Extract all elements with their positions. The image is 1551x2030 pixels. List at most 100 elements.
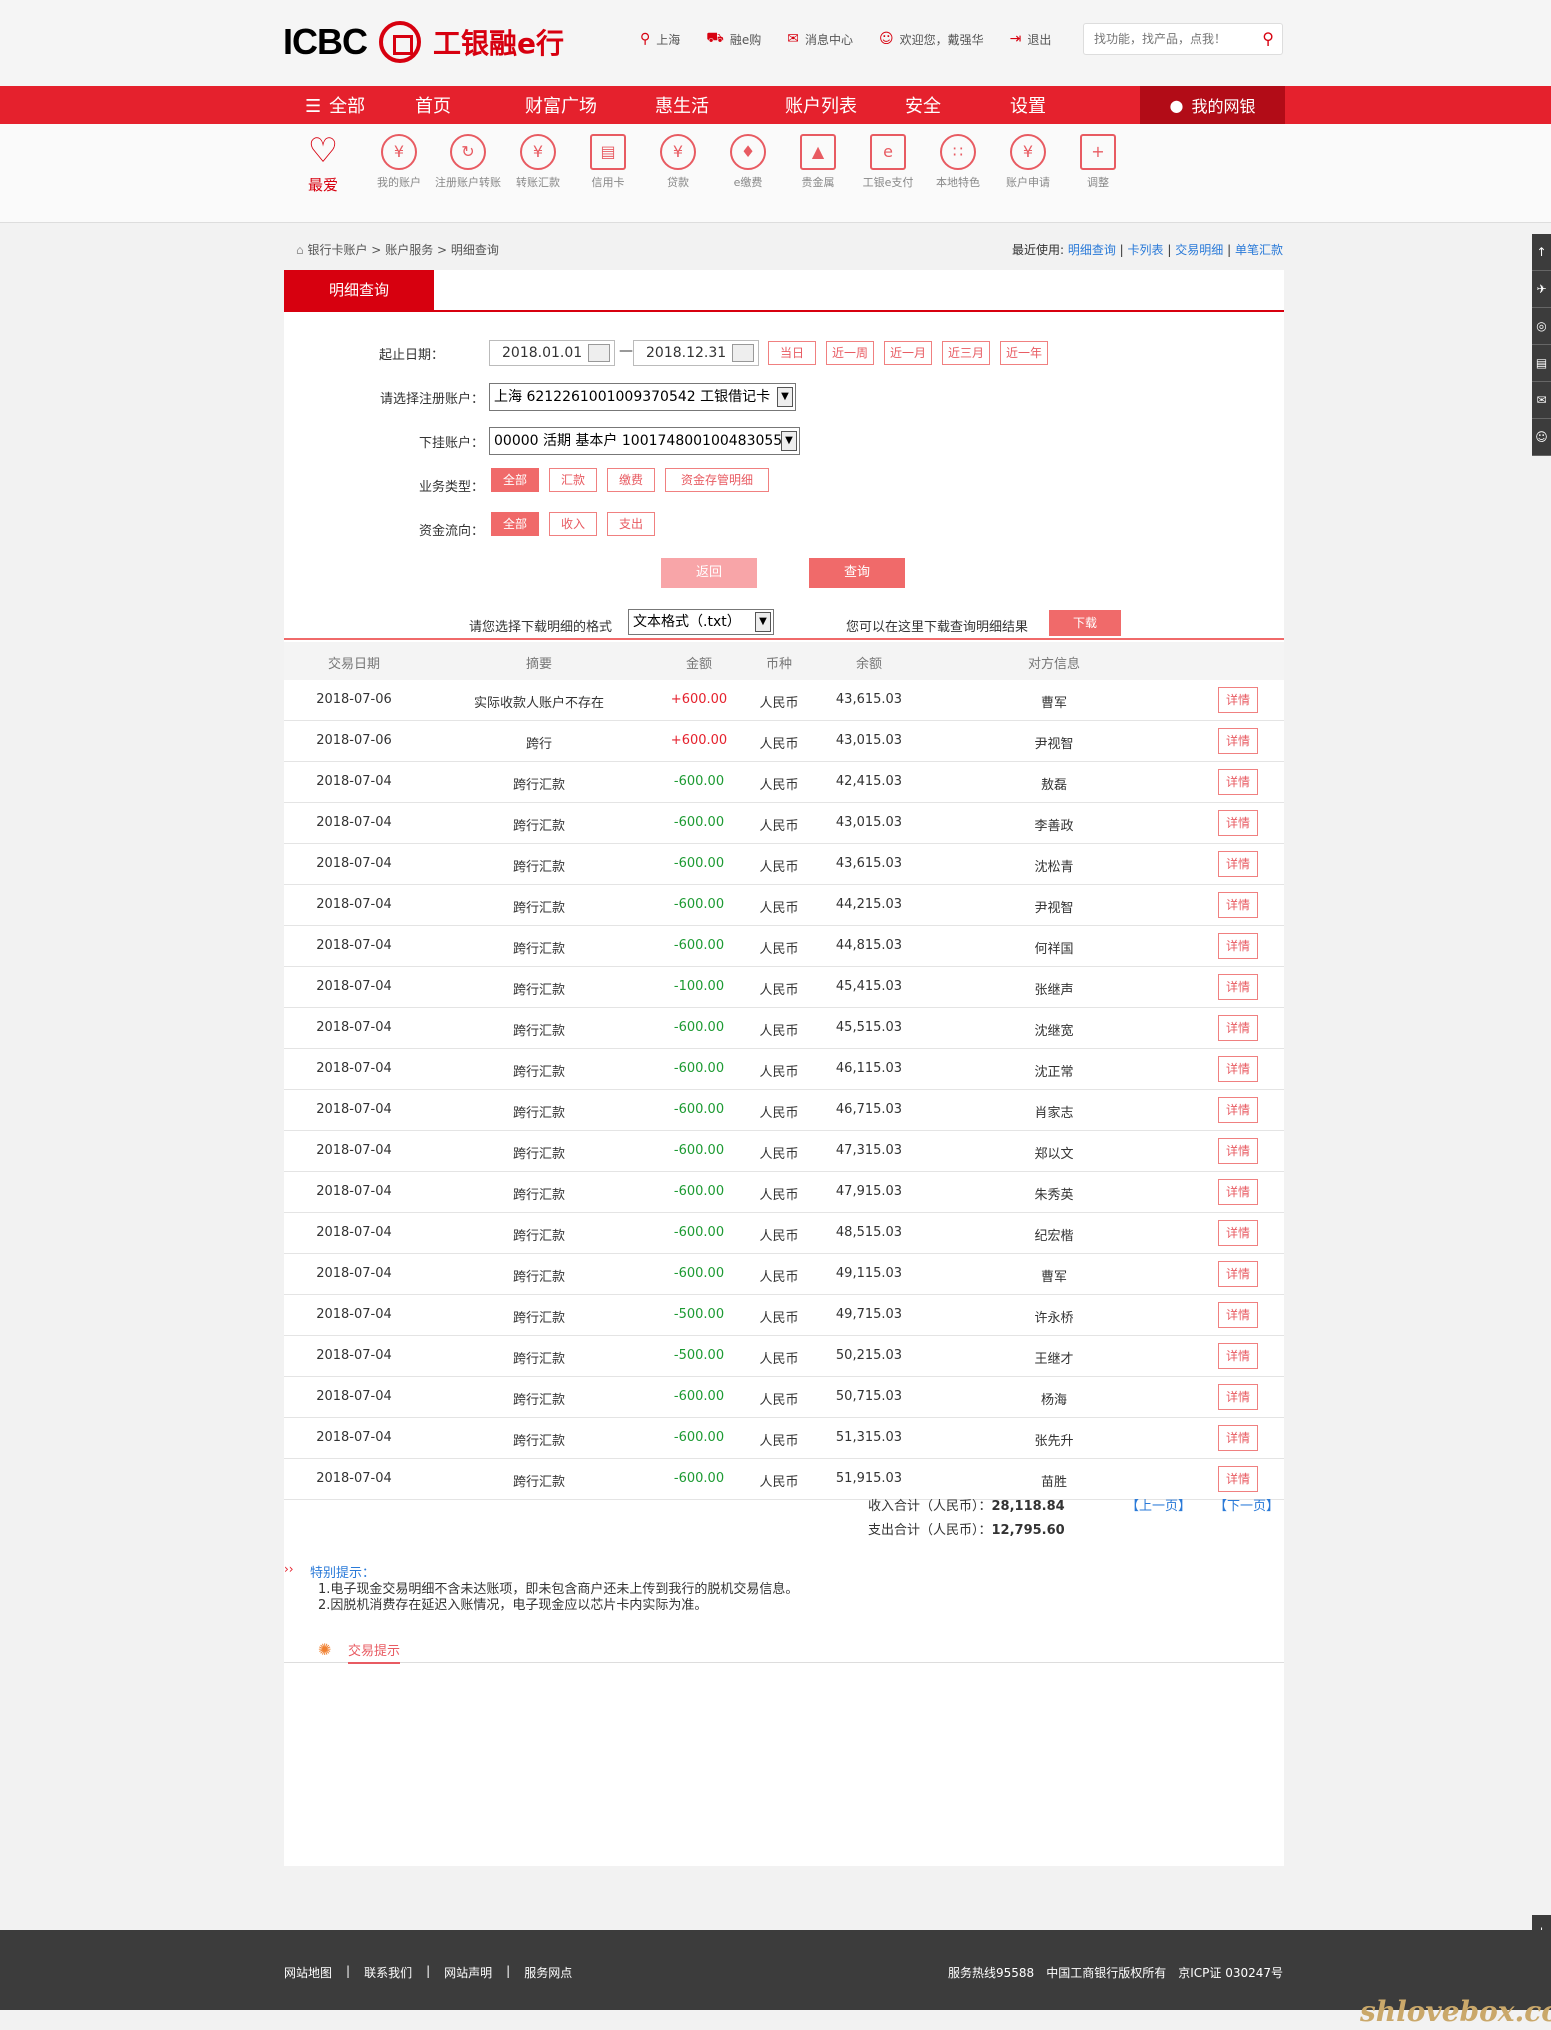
flow-income[interactable]: 收入	[549, 512, 597, 536]
detail-button[interactable]: 详情	[1218, 1466, 1258, 1492]
start-date-input[interactable]: 2018.01.01	[489, 340, 615, 366]
detail-button[interactable]: 详情	[1218, 1179, 1258, 1205]
crumb-account-service[interactable]: 账户服务	[385, 243, 433, 257]
quick-credit-card[interactable]: ▤ 信用卡	[573, 134, 643, 190]
quick-date-today[interactable]: 当日	[768, 341, 816, 365]
cell-balance: 46,115.03	[835, 1061, 903, 1076]
download-bar: 请您选择下载明细的格式 文本格式（.txt） ▼ 您可以在这里下载查询明细结果 …	[284, 608, 1284, 640]
tab-detail-query[interactable]: 明细查询	[284, 270, 434, 310]
footer-link-sitemap[interactable]: 网站地图	[284, 1964, 332, 1981]
my-bank-button[interactable]: ● 我的网银	[1140, 86, 1285, 124]
footer-link-contact[interactable]: 联系我们	[364, 1964, 412, 1981]
recent-link-transactions[interactable]: 交易明细	[1175, 243, 1223, 257]
detail-button[interactable]: 详情	[1218, 933, 1258, 959]
detail-button[interactable]: 详情	[1218, 1138, 1258, 1164]
detail-button[interactable]: 详情	[1218, 851, 1258, 877]
nav-item-accounts[interactable]: 账户列表	[785, 92, 905, 118]
quick-epay-bill[interactable]: ♦ e缴费	[713, 134, 783, 190]
detail-button[interactable]: 详情	[1218, 1384, 1258, 1410]
download-format-select[interactable]: 文本格式（.txt） ▼	[628, 609, 774, 635]
cell-date: 2018-07-04	[316, 774, 392, 789]
side-tool-button[interactable]: ✈	[1532, 271, 1551, 308]
tab-trade-tips[interactable]: 交易提示	[348, 1640, 401, 1664]
search-input[interactable]	[1092, 24, 1256, 54]
top-link-messages[interactable]: ✉ 消息中心	[787, 30, 853, 48]
icbc-logo[interactable]: ICBC 工银融e行	[283, 18, 564, 66]
detail-button[interactable]: 详情	[1218, 892, 1258, 918]
quick-date-3months[interactable]: 近三月	[942, 341, 990, 365]
detail-button[interactable]: 详情	[1218, 1220, 1258, 1246]
next-page-link[interactable]: 【下一页】	[1214, 1495, 1279, 1514]
side-tool-button[interactable]: ☺	[1532, 419, 1551, 456]
prev-page-link[interactable]: 【上一页】	[1126, 1495, 1191, 1514]
detail-button[interactable]: 详情	[1218, 1015, 1258, 1041]
side-tool-button[interactable]: ▤	[1532, 345, 1551, 382]
biz-type-payment[interactable]: 缴费	[607, 468, 655, 492]
detail-button[interactable]: 详情	[1218, 1097, 1258, 1123]
top-link-logout[interactable]: ⇥ 退出	[1010, 30, 1052, 48]
account-select[interactable]: 上海 6212261001009370542 工银借记卡 ▼	[489, 383, 796, 411]
back-button[interactable]: 返回	[661, 558, 757, 588]
side-tool-button[interactable]: ↑	[1532, 234, 1551, 271]
detail-button[interactable]: 详情	[1218, 1261, 1258, 1287]
nav-item-home[interactable]: 首页	[415, 92, 525, 118]
detail-button[interactable]: 详情	[1218, 769, 1258, 795]
bag-icon: ¥	[660, 134, 696, 170]
query-button[interactable]: 查询	[809, 558, 905, 588]
quick-local[interactable]: ∷ 本地特色	[923, 134, 993, 190]
nav-item-all[interactable]: ☰ 全部	[305, 92, 415, 118]
detail-button[interactable]: 详情	[1218, 1056, 1258, 1082]
quick-date-week[interactable]: 近一周	[826, 341, 874, 365]
nav-item-security[interactable]: 安全	[905, 92, 1010, 118]
quick-adjust[interactable]: + 调整	[1063, 134, 1133, 190]
detail-button[interactable]: 详情	[1218, 687, 1258, 713]
crumb-card-account[interactable]: 银行卡账户	[307, 243, 367, 257]
top-link-user[interactable]: ☺ 欢迎您，戴强华	[879, 30, 984, 48]
search-icon[interactable]: ⚲	[1262, 29, 1274, 48]
quick-date-year[interactable]: 近一年	[1000, 341, 1048, 365]
end-date-input[interactable]: 2018.12.31	[633, 340, 759, 366]
quick-loan[interactable]: ¥ 贷款	[643, 134, 713, 190]
detail-button[interactable]: 详情	[1218, 728, 1258, 754]
nav-item-wealth[interactable]: 财富广场	[525, 92, 655, 118]
quick-date-month[interactable]: 近一月	[884, 341, 932, 365]
transfer-icon: ↻	[450, 134, 486, 170]
recent-link-cards[interactable]: 卡列表	[1128, 243, 1164, 257]
detail-button[interactable]: 详情	[1218, 1425, 1258, 1451]
sub-account-select[interactable]: 00000 活期 基本户 1001748001004830552 ▼	[489, 427, 800, 455]
quick-remit[interactable]: ¥ 转账汇款	[503, 134, 573, 190]
detail-button[interactable]: 详情	[1218, 1302, 1258, 1328]
quick-reg-transfer[interactable]: ↻ 注册账户转账	[433, 134, 503, 190]
detail-button[interactable]: 详情	[1218, 974, 1258, 1000]
nav-item-settings[interactable]: 设置	[1010, 92, 1090, 118]
quick-gold[interactable]: ▲ 贵金属	[783, 134, 853, 190]
footer-link-outlets[interactable]: 服务网点	[524, 1964, 572, 1981]
recent-link-detail[interactable]: 明细查询	[1068, 243, 1116, 257]
quick-favorite[interactable]: ♡ 最爱	[288, 134, 358, 195]
footer-hotline: 服务热线95588	[948, 1966, 1035, 1980]
cell-balance: 51,315.03	[835, 1430, 903, 1445]
detail-button[interactable]: 详情	[1218, 1343, 1258, 1369]
calendar-icon[interactable]	[732, 344, 754, 362]
top-link-location[interactable]: ⚲ 上海	[640, 30, 680, 48]
cell-date: 2018-07-04	[316, 1061, 392, 1076]
top-link-rongegou[interactable]: ⛟ 融e购	[706, 30, 761, 48]
download-button[interactable]: 下载	[1049, 610, 1121, 636]
footer-link-statement[interactable]: 网站声明	[444, 1964, 492, 1981]
flow-expense[interactable]: 支出	[607, 512, 655, 536]
recent-link-remit[interactable]: 单笔汇款	[1235, 243, 1283, 257]
side-tool-button[interactable]: ✉	[1532, 382, 1551, 419]
cell-currency: 人民币	[759, 1434, 799, 1449]
calendar-icon[interactable]	[588, 344, 610, 362]
flow-all[interactable]: 全部	[491, 512, 539, 536]
detail-button[interactable]: 详情	[1218, 810, 1258, 836]
cell-date: 2018-07-04	[316, 1102, 392, 1117]
quick-icbc-epay[interactable]: e 工银e支付	[853, 134, 923, 190]
biz-type-custody[interactable]: 资金存管明细	[665, 468, 769, 492]
quick-my-account[interactable]: ¥ 我的账户	[364, 134, 434, 190]
biz-type-remit[interactable]: 汇款	[549, 468, 597, 492]
side-tool-button[interactable]: ◎	[1532, 308, 1551, 345]
quick-apply[interactable]: ¥ 账户申请	[993, 134, 1063, 190]
nav-item-life[interactable]: 惠生活	[655, 92, 785, 118]
biz-type-all[interactable]: 全部	[491, 468, 539, 492]
